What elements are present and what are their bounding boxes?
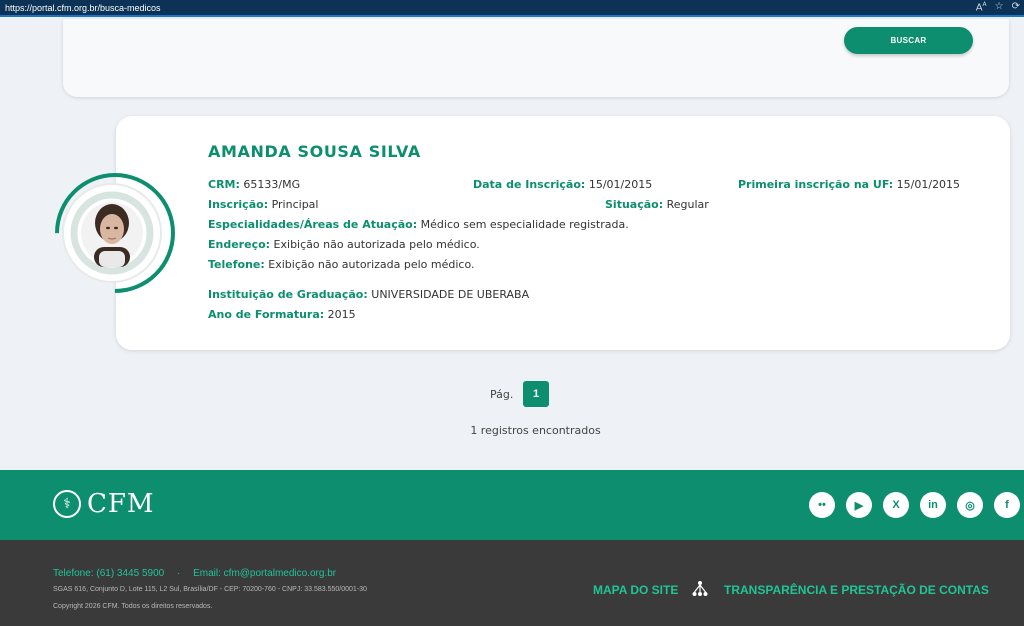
instagram-icon[interactable]: ◎ <box>957 492 983 518</box>
page-1-button[interactable]: 1 <box>523 381 549 407</box>
telefone-label: Telefone: <box>208 258 265 271</box>
instituicao-field: Instituição de Graduação: UNIVERSIDADE D… <box>208 288 529 301</box>
footer-email[interactable]: Email: cfm@portalmedico.org.br <box>193 568 336 579</box>
crm-value: 65133/MG <box>243 178 301 191</box>
facebook-icon[interactable]: f <box>994 492 1020 518</box>
data-inscricao-value: 15/01/2015 <box>588 178 653 191</box>
especialidades-value: Médico sem especialidade registrada. <box>420 218 629 231</box>
address-bar-icons: AA ☆ ⟳ <box>976 1 1020 13</box>
inscricao-field: Inscrição: Principal <box>208 198 318 211</box>
inscricao-value: Principal <box>271 198 319 211</box>
caduceus-icon: ⚕ <box>53 490 81 518</box>
crm-label: CRM: <box>208 178 240 191</box>
favorite-star-icon[interactable]: ☆ <box>995 1 1004 13</box>
extension-icon[interactable]: ⟳ <box>1012 1 1020 13</box>
data-inscricao-label: Data de Inscrição: <box>473 178 586 191</box>
footer-telefone[interactable]: Telefone: (61) 3445 5900 <box>53 568 164 579</box>
youtube-icon[interactable]: ▶ <box>846 492 872 518</box>
ano-formatura-value: 2015 <box>327 308 356 321</box>
x-icon[interactable]: X <box>883 492 909 518</box>
contact-separator: · <box>176 568 181 579</box>
endereco-value: Exibição não autorizada pelo médico. <box>273 238 480 251</box>
instituicao-label: Instituição de Graduação: <box>208 288 368 301</box>
social-links: •• ▶ X in ◎ f <box>809 492 1020 518</box>
endereco-field: Endereço: Exibição não autorizada pelo m… <box>208 238 480 251</box>
situacao-field: Situação: Regular <box>605 198 709 211</box>
telefone-field: Telefone: Exibição não autorizada pelo m… <box>208 258 475 271</box>
flickr-icon[interactable]: •• <box>809 492 835 518</box>
doctor-photo <box>64 185 160 281</box>
primeira-inscricao-label: Primeira inscrição na UF: <box>738 178 894 191</box>
transparency-link[interactable]: TRANSPARÊNCIA E PRESTAÇÃO DE CONTAS <box>724 583 989 597</box>
doctor-photo-image <box>66 187 158 279</box>
search-button[interactable]: BUSCAR <box>844 27 973 54</box>
footer-copyright: Copyright 2026 CFM. Todos os direitos re… <box>53 603 213 610</box>
primeira-inscricao-field: Primeira inscrição na UF: 15/01/2015 <box>738 178 960 191</box>
situacao-label: Situação: <box>605 198 664 211</box>
pagination-label: Pág. <box>490 388 514 401</box>
situacao-value: Regular <box>666 198 709 211</box>
instituicao-value: UNIVERSIDADE DE UBERABA <box>371 288 530 301</box>
especialidades-field: Especialidades/Áreas de Atuação: Médico … <box>208 218 629 231</box>
logo-text: CFM <box>87 489 155 519</box>
cfm-logo[interactable]: ⚕ CFM <box>53 489 155 519</box>
doctor-name: AMANDA SOUSA SILVA <box>208 142 421 161</box>
ano-formatura-label: Ano de Formatura: <box>208 308 325 321</box>
footer-address: SGAS 616, Conjunto D, Lote 115, L2 Sul, … <box>53 586 367 593</box>
primeira-inscricao-value: 15/01/2015 <box>896 178 961 191</box>
endereco-label: Endereço: <box>208 238 271 251</box>
browser-address-bar[interactable]: https://portal.cfm.org.br/busca-medicos … <box>0 0 1024 17</box>
especialidades-label: Especialidades/Áreas de Atuação: <box>208 218 418 231</box>
read-aloud-icon[interactable]: AA <box>976 1 987 13</box>
telefone-value: Exibição não autorizada pelo médico. <box>268 258 475 271</box>
address-url[interactable]: https://portal.cfm.org.br/busca-medicos <box>0 3 161 13</box>
crm-field: CRM: 65133/MG <box>208 178 300 191</box>
inscricao-label: Inscrição: <box>208 198 269 211</box>
sitemap-icon[interactable] <box>692 580 708 598</box>
ano-formatura-field: Ano de Formatura: 2015 <box>208 308 356 321</box>
linkedin-icon[interactable]: in <box>920 492 946 518</box>
data-inscricao-field: Data de Inscrição: 15/01/2015 <box>473 178 652 191</box>
footer-contact: Telefone: (61) 3445 5900 · Email: cfm@po… <box>53 568 336 579</box>
records-count: 1 registros encontrados <box>470 424 601 437</box>
sitemap-link[interactable]: MAPA DO SITE <box>593 583 678 597</box>
